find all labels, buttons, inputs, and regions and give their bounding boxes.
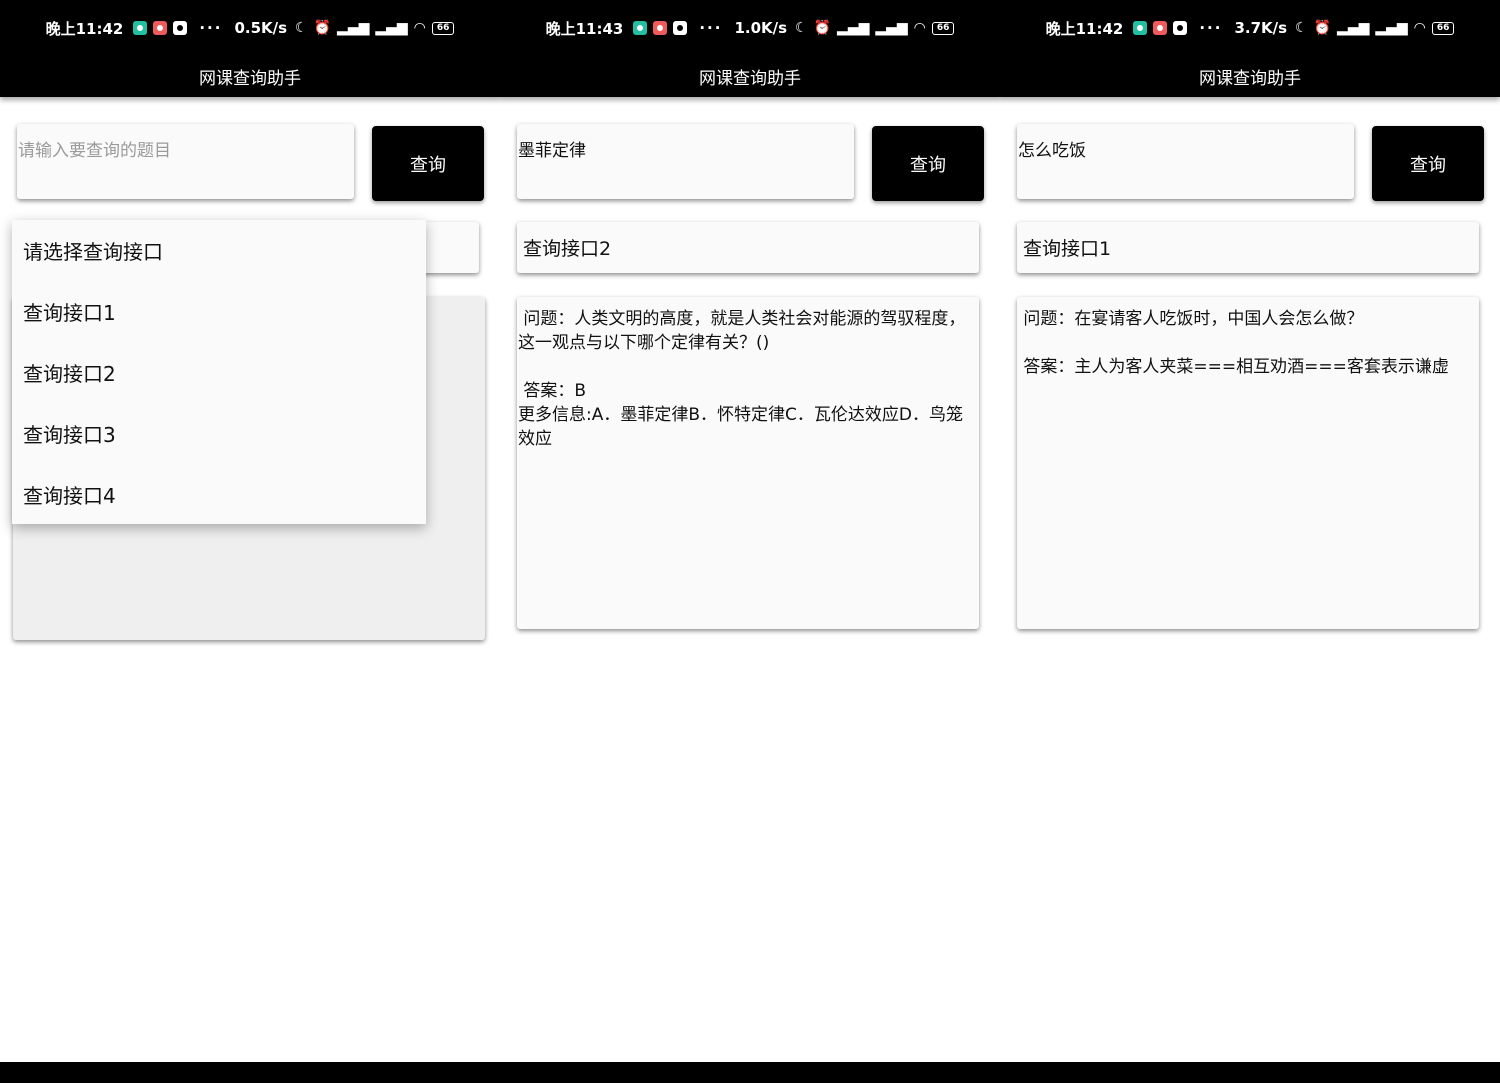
api-spinner[interactable]: 查询接口2 (517, 222, 979, 273)
battery-icon: 66 (1431, 21, 1455, 35)
app-title: 网课查询助手 (699, 69, 801, 89)
phone-panel-2: 晚上11:43 ··· 1.0K/s ☾ ⏰ ▂▄▆ ▂▄▆ ◠ 66 网课查询… (500, 0, 1000, 1063)
navigation-bar (0, 1062, 1500, 1083)
status-time: 晚上11:42 (45, 19, 124, 38)
alarm-icon: ⏰ (1313, 20, 1332, 36)
phone-panel-3: 晚上11:42 ··· 3.7K/s ☾ ⏰ ▂▄▆ ▂▄▆ ◠ 66 网课查询… (1000, 0, 1500, 1063)
status-bar: 晚上11:42 ··· 3.7K/s ☾ ⏰ ▂▄▆ ▂▄▆ ◠ 66 (1000, 0, 1500, 56)
status-bar: 晚上11:42 ··· 0.5K/s ☾ ⏰ ▂▄▆ ▂▄▆ ◠ 66 (0, 0, 500, 56)
do-not-disturb-icon: ☾ (795, 20, 808, 36)
signal-icon: ▂▄▆ (875, 20, 908, 36)
signal-icon: ▂▄▆ (337, 20, 370, 36)
shield-app-icon (633, 21, 648, 35)
signal-icon: ▂▄▆ (1337, 20, 1370, 36)
app-title: 网课查询助手 (199, 69, 301, 89)
more-notifications-icon: ··· (699, 19, 723, 37)
result-area: 问题：在宴请客人吃饭时，中国人会怎么做？ 答案：主人为客人夹菜===相互劝酒==… (1017, 297, 1479, 629)
battery-icon: 66 (431, 21, 455, 35)
question-input[interactable]: 请输入要查询的题目 (17, 124, 354, 199)
status-time: 晚上11:42 (1045, 19, 1124, 38)
wifi-icon: ◠ (413, 20, 426, 36)
question-input[interactable]: 怎么吃饭 (1017, 124, 1354, 199)
api-dropdown-menu: 请选择查询接口 查询接口1 查询接口2 查询接口3 查询接口4 (12, 220, 426, 524)
status-time: 晚上11:43 (545, 19, 624, 38)
dropdown-item-api-2[interactable]: 查询接口2 (12, 342, 426, 403)
signal-icon: ▂▄▆ (375, 20, 408, 36)
clock-app-icon (1173, 21, 1188, 35)
record-app-icon (653, 21, 668, 35)
shield-app-icon (133, 21, 148, 35)
result-area: 问题：人类文明的高度，就是人类社会对能源的驾驭程度，这一观点与以下哪个定律有关？… (517, 297, 979, 629)
query-button[interactable]: 查询 (372, 126, 484, 201)
app-title-bar: 网课查询助手 (0, 56, 500, 97)
do-not-disturb-icon: ☾ (1295, 20, 1308, 36)
record-app-icon (153, 21, 168, 35)
dropdown-item-api-1[interactable]: 查询接口1 (12, 281, 426, 342)
more-notifications-icon: ··· (199, 19, 223, 37)
app-title: 网课查询助手 (1199, 69, 1301, 89)
network-speed: 1.0K/s (734, 19, 788, 37)
alarm-icon: ⏰ (313, 20, 332, 36)
network-speed: 0.5K/s (234, 19, 288, 37)
status-bar: 晚上11:43 ··· 1.0K/s ☾ ⏰ ▂▄▆ ▂▄▆ ◠ 66 (500, 0, 1000, 56)
question-input[interactable]: 墨菲定律 (517, 124, 854, 199)
dropdown-item-placeholder[interactable]: 请选择查询接口 (12, 220, 426, 281)
network-speed: 3.7K/s (1234, 19, 1288, 37)
clock-app-icon (673, 21, 688, 35)
battery-icon: 66 (931, 21, 955, 35)
clock-app-icon (173, 21, 188, 35)
query-button[interactable]: 查询 (1372, 126, 1484, 201)
more-notifications-icon: ··· (1199, 19, 1223, 37)
api-spinner[interactable]: 查询接口1 (1017, 222, 1479, 273)
wifi-icon: ◠ (1413, 20, 1426, 36)
signal-icon: ▂▄▆ (837, 20, 870, 36)
phone-panel-1: 晚上11:42 ··· 0.5K/s ☾ ⏰ ▂▄▆ ▂▄▆ ◠ 66 网课查询… (0, 0, 500, 1063)
app-title-bar: 网课查询助手 (1000, 56, 1500, 97)
shield-app-icon (1133, 21, 1148, 35)
query-button[interactable]: 查询 (872, 126, 984, 201)
dropdown-item-api-3[interactable]: 查询接口3 (12, 403, 426, 464)
dropdown-item-api-4[interactable]: 查询接口4 (12, 464, 426, 525)
app-title-bar: 网课查询助手 (500, 56, 1000, 97)
alarm-icon: ⏰ (813, 20, 832, 36)
wifi-icon: ◠ (913, 20, 926, 36)
do-not-disturb-icon: ☾ (295, 20, 308, 36)
record-app-icon (1153, 21, 1168, 35)
signal-icon: ▂▄▆ (1375, 20, 1408, 36)
screenshot-stage: 晚上11:42 ··· 0.5K/s ☾ ⏰ ▂▄▆ ▂▄▆ ◠ 66 网课查询… (0, 0, 1500, 1083)
